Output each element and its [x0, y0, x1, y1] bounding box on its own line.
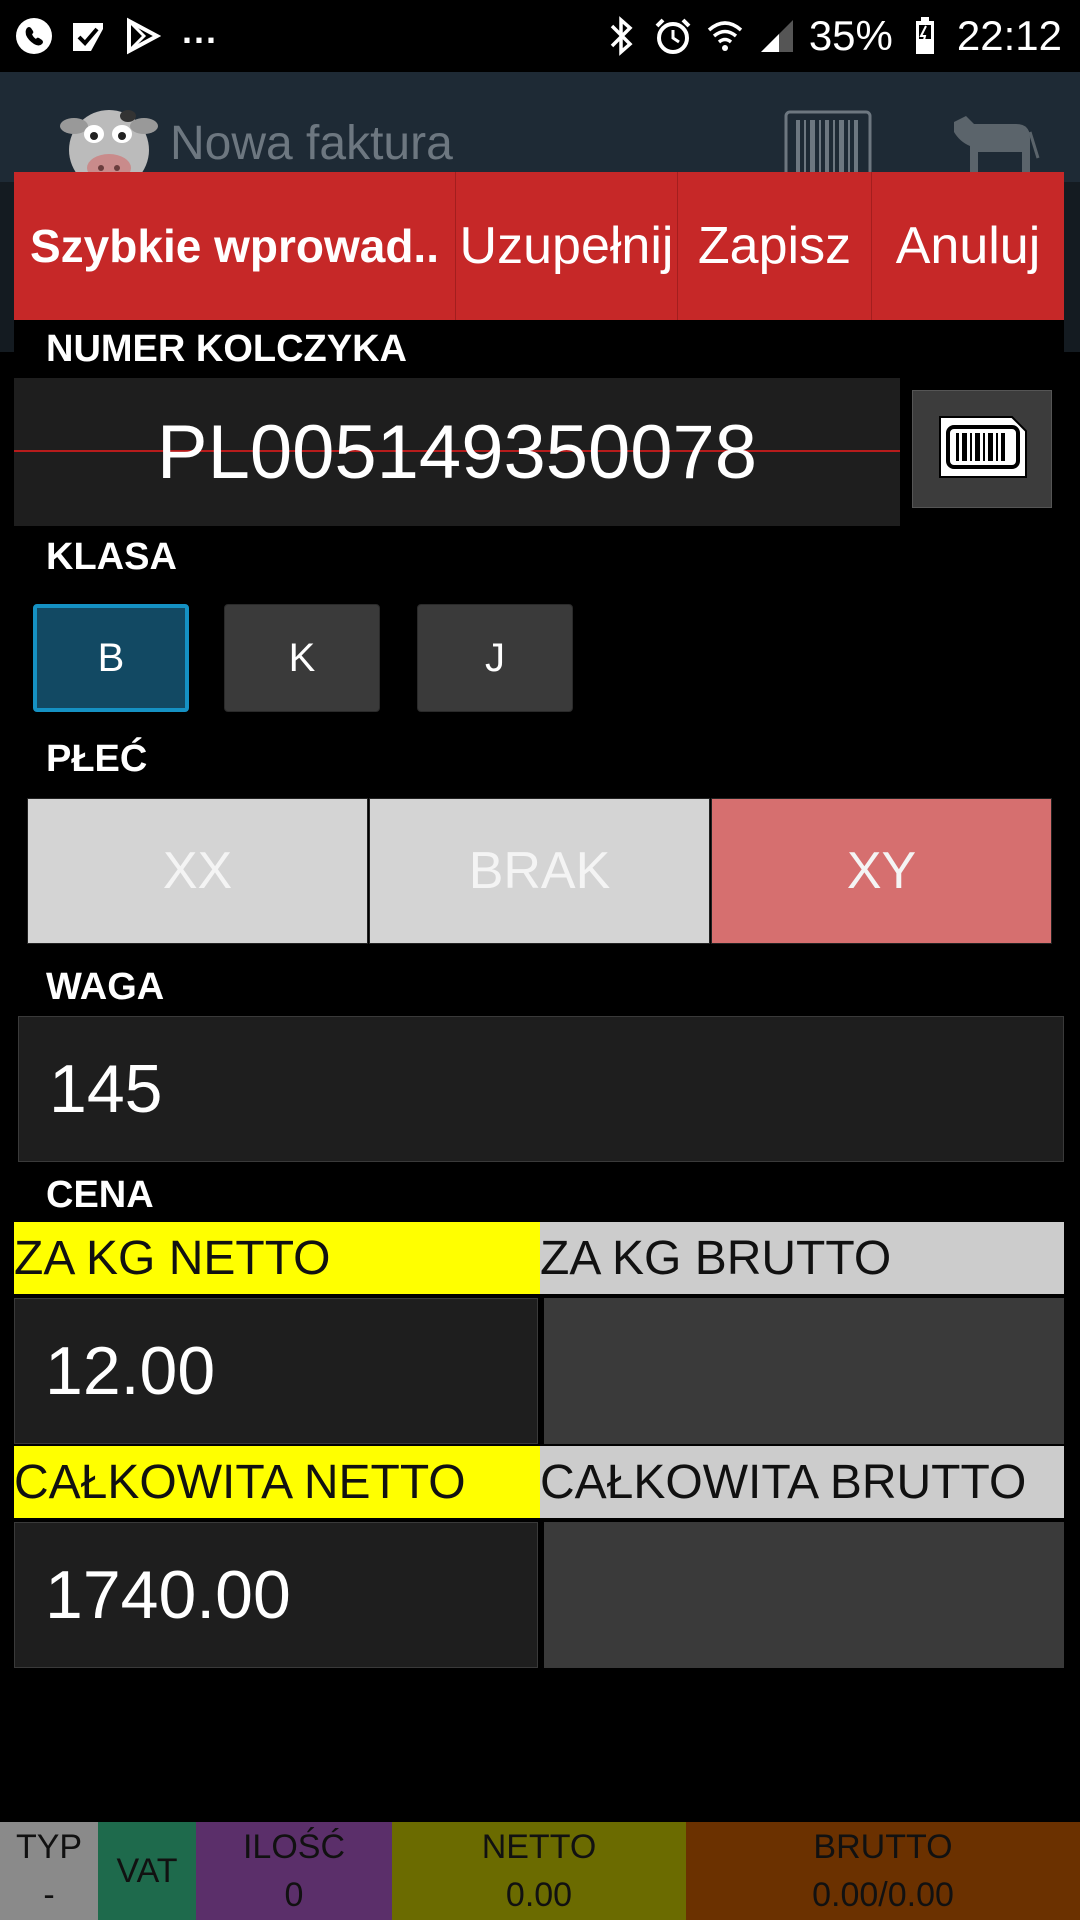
- summary-net-value: 0.00: [505, 1876, 573, 1914]
- price-per-kg-net-input[interactable]: 12.00: [14, 1298, 538, 1444]
- save-button[interactable]: Zapisz: [678, 172, 872, 320]
- signal-icon: [757, 16, 797, 56]
- summary-vat: VAT: [98, 1822, 196, 1920]
- sex-label: PŁEĆ: [46, 738, 148, 780]
- download-check-icon: [68, 16, 108, 56]
- action-bar: Nowa faktura: [0, 72, 1080, 190]
- summary-gross-label: BRUTTO: [813, 1828, 953, 1866]
- price-label: CENA: [46, 1174, 154, 1216]
- summary-gross: BRUTTO 0.00/0.00: [686, 1822, 1080, 1920]
- summary-gross-value: 0.00/0.00: [812, 1876, 954, 1914]
- status-notifications: ...: [14, 10, 218, 58]
- play-store-icon: [122, 16, 162, 56]
- summary-vat-label: VAT: [116, 1852, 178, 1890]
- weight-label: WAGA: [46, 966, 165, 1008]
- summary-net: NETTO 0.00: [392, 1822, 686, 1920]
- alarm-icon: [653, 16, 693, 56]
- more-notifications: ...: [182, 10, 219, 51]
- wifi-icon: [705, 16, 745, 56]
- class-b-button[interactable]: B: [33, 604, 189, 712]
- total-gross-input[interactable]: [544, 1522, 1064, 1668]
- bluetooth-icon: [601, 16, 641, 56]
- total-gross-label: CAŁKOWITA BRUTTO: [540, 1446, 1064, 1518]
- tag-number-value: PL005149350078: [156, 409, 758, 495]
- scan-barcode-button[interactable]: [912, 390, 1052, 508]
- class-j-button[interactable]: J: [417, 604, 573, 712]
- summary-quantity: ILOŚĆ 0: [196, 1822, 392, 1920]
- page-title: Nowa faktura: [170, 117, 453, 170]
- summary-type: TYP -: [0, 1822, 98, 1920]
- price-per-kg-gross-label: ZA KG BRUTTO: [540, 1222, 1064, 1294]
- sex-xx-button[interactable]: XX: [27, 798, 368, 944]
- tag-number-field[interactable]: PL005149350078: [14, 378, 900, 526]
- clock: 22:12: [956, 12, 1062, 59]
- cancel-button[interactable]: Anuluj: [872, 172, 1064, 320]
- class-label: KLASA: [46, 536, 177, 578]
- status-system: 35% 22:12: [601, 10, 1062, 62]
- summary-type-label: TYP: [15, 1828, 83, 1866]
- tag-number-label: NUMER KOLCZYKA: [46, 328, 407, 370]
- barcode-scan-icon: [934, 413, 1030, 486]
- status-bar: ... 35% 22:12: [0, 0, 1080, 72]
- summary-type-value: -: [43, 1876, 55, 1914]
- fill-button[interactable]: Uzupełnij: [456, 172, 678, 320]
- invoice-summary-bar: TYP - VAT ILOŚĆ 0 NETTO 0.00 BRUTTO 0.00…: [0, 1822, 1080, 1920]
- add-animal-dialog: Szybkie wprowad.. Uzupełnij Zapisz Anulu…: [14, 172, 1064, 1822]
- battery-percent: 35%: [808, 12, 893, 59]
- total-net-label: CAŁKOWITA NETTO: [14, 1446, 540, 1518]
- total-net-input[interactable]: 1740.00: [14, 1522, 538, 1668]
- cow-icon[interactable]: [944, 102, 1040, 182]
- quick-entry-button[interactable]: Szybkie wprowad..: [14, 172, 456, 320]
- price-per-kg-net-label: ZA KG NETTO: [14, 1222, 540, 1294]
- sex-xy-button[interactable]: XY: [711, 798, 1052, 944]
- battery-charging-icon: [905, 16, 945, 56]
- weight-input[interactable]: 145: [18, 1016, 1064, 1162]
- class-k-button[interactable]: K: [224, 604, 380, 712]
- sex-none-button[interactable]: BRAK: [369, 798, 710, 944]
- phone-icon: [14, 16, 54, 56]
- dialog-toolbar: Szybkie wprowad.. Uzupełnij Zapisz Anulu…: [14, 172, 1064, 320]
- summary-net-label: NETTO: [481, 1828, 597, 1866]
- summary-quantity-label: ILOŚĆ: [242, 1828, 346, 1866]
- price-per-kg-gross-input[interactable]: [544, 1298, 1064, 1444]
- summary-quantity-value: 0: [284, 1876, 304, 1914]
